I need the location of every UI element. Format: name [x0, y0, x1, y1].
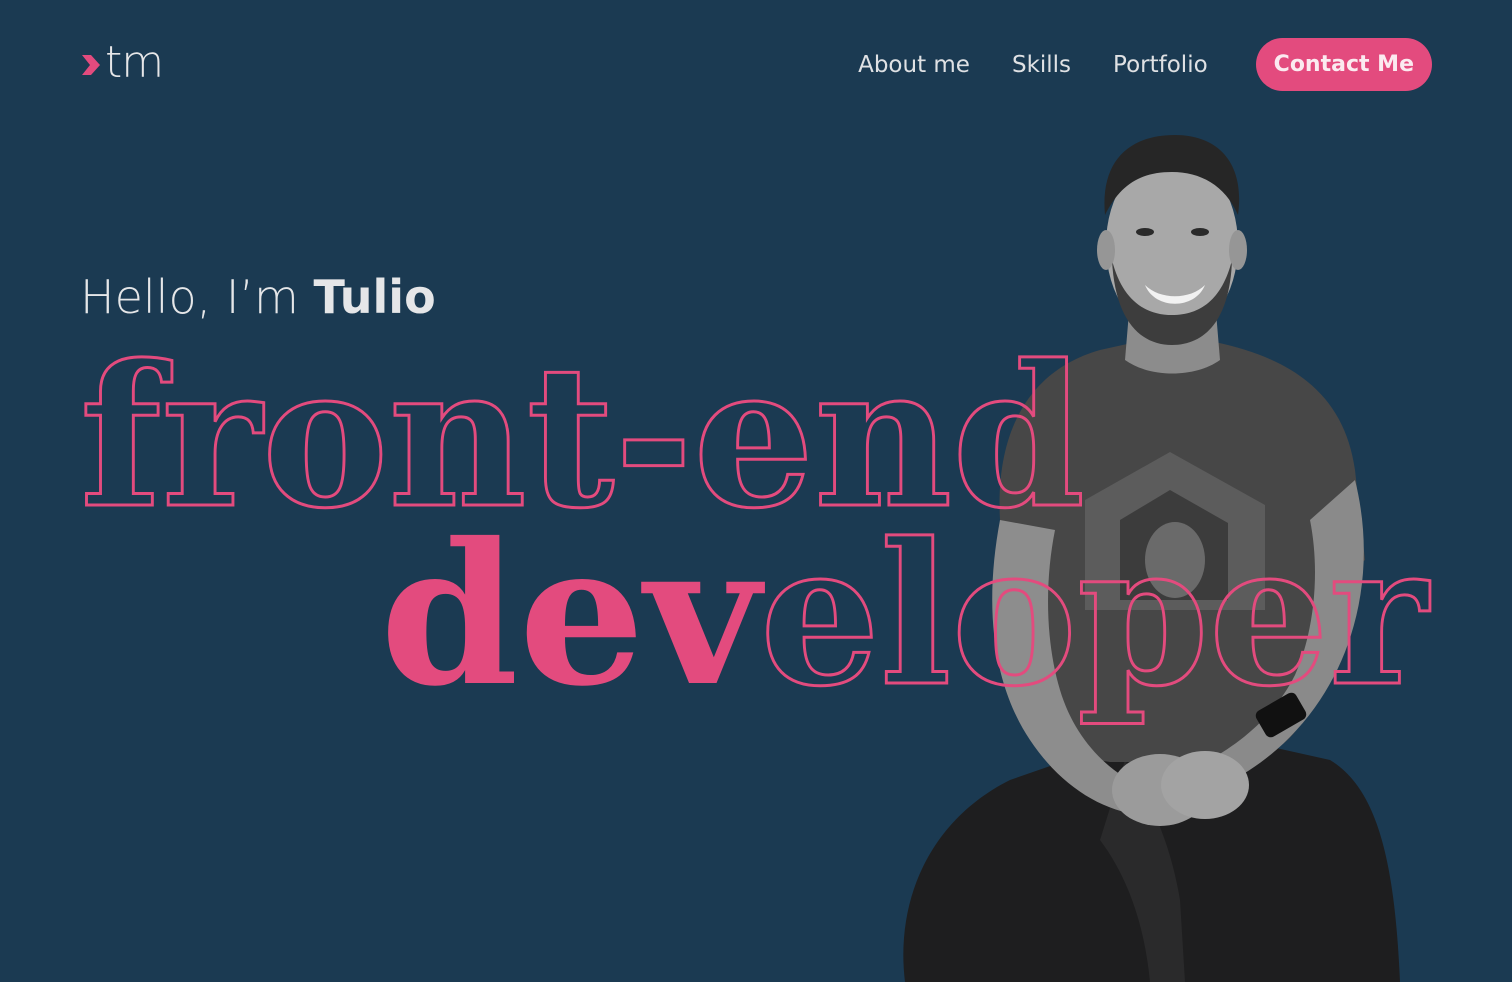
hero-graphic: front-end developer: [79, 135, 1432, 982]
contact-button[interactable]: Contact Me: [1255, 38, 1432, 91]
greeting-name: Tulio: [313, 270, 436, 324]
portrait-photo: [903, 135, 1400, 982]
chevron-right-icon: [82, 55, 100, 75]
greeting-prefix: Hello, I’m: [80, 270, 314, 324]
headline-eloper-outline: eloper: [760, 500, 1430, 729]
logo-text: tm: [105, 37, 164, 88]
headline-front-end: front-end: [80, 322, 1085, 551]
headline-developer: developer: [380, 500, 1430, 729]
headline-dev-filled: dev: [380, 500, 766, 729]
nav-link-about[interactable]: About me: [858, 52, 970, 78]
logo[interactable]: tm: [80, 37, 164, 92]
greeting: Hello, I’m Tulio: [80, 270, 436, 325]
main-nav: About me Skills Portfolio Contact Me: [858, 38, 1432, 91]
nav-link-skills[interactable]: Skills: [1012, 52, 1071, 78]
nav-link-portfolio[interactable]: Portfolio: [1113, 52, 1208, 78]
